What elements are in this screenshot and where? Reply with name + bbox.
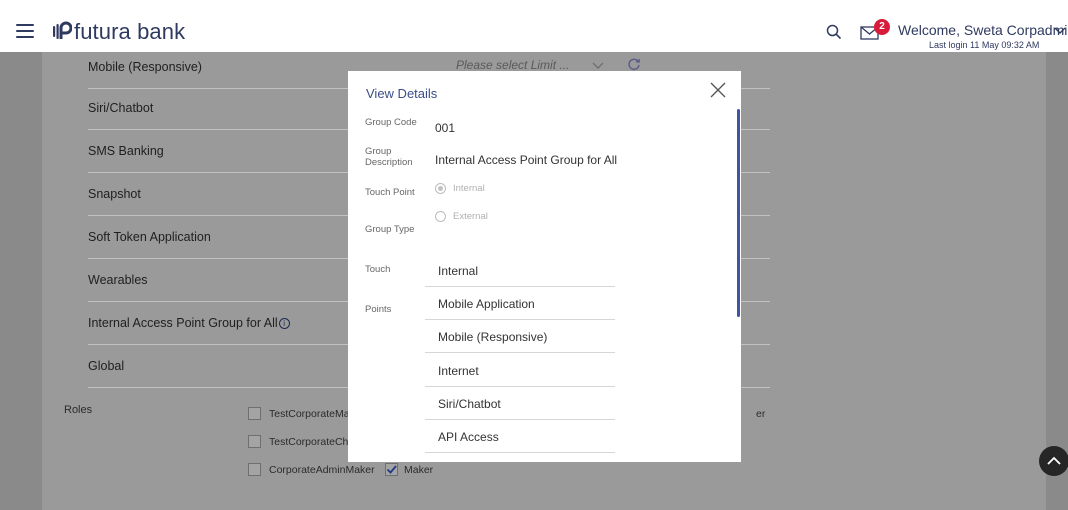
search-icon[interactable]	[826, 24, 842, 40]
role-checkbox[interactable]	[248, 463, 261, 476]
group-code-label: Group Code	[365, 117, 417, 128]
touch-point-external-label: External	[453, 211, 488, 222]
group-description-label: Group Description	[365, 146, 413, 168]
notification-badge[interactable]: 2	[874, 19, 890, 35]
role-checkbox-checked[interactable]	[385, 463, 398, 476]
app-header: futura bank 2 Welcome, Sweta Corpadmin L…	[0, 0, 1068, 52]
role-label: Maker	[404, 464, 434, 476]
welcome-text[interactable]: Welcome, Sweta Corpadmin	[898, 22, 1068, 38]
touch-point-row: Siri/Chatbot	[425, 387, 615, 420]
modal-scrollbar[interactable]	[737, 109, 740, 317]
scroll-up-icon	[1047, 456, 1061, 465]
role-checkbox[interactable]	[248, 435, 261, 448]
truncated-text: er	[756, 408, 766, 420]
role-checkbox[interactable]	[248, 407, 261, 420]
info-icon[interactable]: i	[278, 318, 290, 329]
chevron-down-icon[interactable]	[1054, 27, 1066, 35]
touch-point-row: Internal	[425, 254, 615, 287]
touch-point-row: API Access	[425, 420, 615, 453]
touch-point-label: Touch Point	[365, 187, 415, 198]
group-type-label: Group Type	[365, 224, 415, 235]
role-label: TestCorporateMa	[269, 408, 350, 420]
touch-points-label: Touch	[365, 264, 391, 275]
role-label: TestCorporateChe	[269, 436, 355, 448]
futura-logo-icon	[53, 21, 72, 39]
modal-title: View Details	[366, 86, 438, 101]
touch-point-external-radio[interactable]	[435, 211, 446, 222]
touch-point-internal-label: Internal	[453, 183, 485, 194]
role-label: CorporateAdminMaker	[269, 464, 375, 476]
view-details-modal: View Details Group Code 001 Group Descri…	[348, 71, 741, 462]
hamburger-icon[interactable]	[16, 24, 34, 38]
list-item-label: Internal Access Point Group for All	[88, 316, 278, 330]
roles-label: Roles	[64, 404, 93, 416]
check-icon	[386, 465, 397, 474]
last-login-text: Last login 11 May 09:32 AM	[929, 40, 1040, 50]
touch-points-label: Points	[365, 304, 392, 315]
group-code-value: 001	[435, 121, 456, 135]
touch-point-row: Internet	[425, 354, 615, 387]
brand-name[interactable]: futura bank	[74, 19, 185, 45]
touch-point-internal-radio[interactable]	[435, 183, 446, 194]
touch-point-row: Mobile Application	[425, 287, 615, 320]
scroll-to-top-button[interactable]	[1039, 446, 1068, 476]
close-icon[interactable]	[710, 82, 726, 98]
touch-point-row: Mobile (Responsive)	[425, 320, 615, 353]
group-description-value: Internal Access Point Group for All	[435, 153, 618, 167]
